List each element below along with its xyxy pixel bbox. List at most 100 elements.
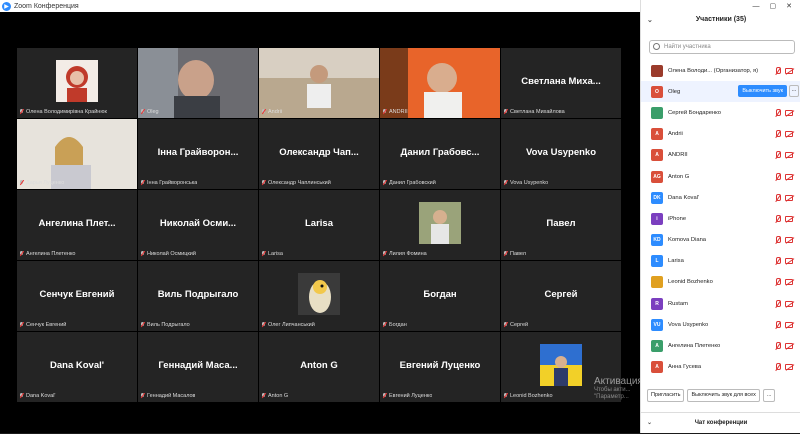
video-tile[interactable]: Дарья Луценко [17,119,137,189]
mic-muted-icon [774,194,781,202]
video-tile[interactable]: Геннадий Маса...Геннадий Масалов [138,332,258,402]
chat-header[interactable]: ⌄ Чат конференции [641,412,800,433]
camera-off-icon [785,279,793,285]
mic-muted-icon [261,393,266,399]
participant-row[interactable]: Leonid Bozhenko [641,272,800,293]
tile-display-name: Николай Осми... [138,218,258,229]
video-tile[interactable]: Олександр Чап...Олександр Чаплинський [259,119,379,189]
participant-status-icons [774,300,793,308]
mic-muted-icon [774,257,781,265]
mic-muted-icon [503,109,508,115]
title-bar: ▶ Zoom Конференция [0,0,640,12]
participant-row[interactable]: OOlegВыключить звук... [641,81,800,102]
participant-row[interactable]: DKDana Koval' [641,187,800,208]
participant-status-icons [774,151,793,159]
video-tile[interactable]: Andrii [259,48,379,118]
video-tile[interactable]: СергейСергей [501,261,621,331]
search-participant-input[interactable]: Найти участника [649,40,795,54]
participant-row[interactable]: AАнгелина Плетенко [641,335,800,356]
participant-row[interactable]: VUVova Usypenko [641,314,800,335]
mic-muted-icon [140,322,145,328]
participant-status-icons [774,236,793,244]
video-tile[interactable]: Светлана Миха...Светлана Михайлова [501,48,621,118]
video-tile[interactable]: Інна Грайворон...Інна Грайворонська [138,119,258,189]
participant-status-icons [774,173,793,181]
video-tile[interactable]: Николай Осми...Николай Осмицкий [138,190,258,260]
more-options-button[interactable]: ... [763,389,776,402]
tile-caption: Дарья Луценко [19,180,64,186]
participant-more-button[interactable]: ... [789,85,799,97]
mic-muted-icon [774,321,781,329]
camera-off-icon [785,364,793,370]
participant-row[interactable]: iiPhone [641,208,800,229]
video-tile[interactable]: Евгений ЛуценкоЕвгений Луценко [380,332,500,402]
video-tile[interactable]: Олег Липчанський [259,261,379,331]
tile-display-name: Богдан [380,289,500,300]
camera-off-icon [785,237,793,243]
participant-row[interactable]: AGAnton G [641,166,800,187]
minimize-button[interactable]: — [753,3,760,10]
participant-name: iPhone [668,216,774,222]
participant-name: Andrii [668,131,774,137]
participant-name: Анна Гусева [668,364,774,370]
mic-muted-icon [261,109,266,115]
participant-row[interactable]: AAndrii [641,124,800,145]
participant-row[interactable]: Сергей Бондаренко [641,102,800,123]
participants-header: ⌄ Участники (35) [641,16,800,32]
participant-avatar: A [651,361,663,373]
mic-muted-icon [774,363,781,371]
video-tile[interactable]: Данил Грабовс...Данил Грабовский [380,119,500,189]
chat-title: Чат конференции [695,420,748,426]
participant-row[interactable]: Олена Володи... (Организатор, я) [641,60,800,81]
participant-video [259,48,379,118]
tile-caption: Светлана Михайлова [503,109,565,115]
participant-name: Олена Володи... (Организатор, я) [668,68,774,74]
tile-caption-text: Dana Koval' [26,393,56,399]
participant-status-icons [774,257,793,265]
participant-name: Anton G [668,174,774,180]
participant-row[interactable]: RRustam [641,293,800,314]
tile-display-name: Larisa [259,218,379,229]
mute-all-button[interactable]: Выключить звук для всех [687,389,759,402]
participant-status-icons [774,342,793,350]
tile-caption-text: Виль Подрыгало [147,322,190,328]
participant-video [380,48,500,118]
video-tile[interactable]: Ангелина Плет...Ангелина Плетенко [17,190,137,260]
video-tile[interactable]: Oleg [138,48,258,118]
tile-caption: Anton G [261,393,288,399]
mic-muted-icon [19,393,24,399]
participant-name: Vova Usypenko [668,322,774,328]
participant-row[interactable]: AANDRII [641,145,800,166]
video-tile[interactable]: ПавелПавел [501,190,621,260]
tile-caption-text: Leonid Bozhenko [510,393,553,399]
close-button[interactable]: ✕ [786,2,792,10]
maximize-button[interactable]: ▢ [770,2,777,10]
invite-button[interactable]: Пригласить [647,389,684,402]
video-tile[interactable]: БогданБогдан [380,261,500,331]
participant-row[interactable]: KDKomova Diana [641,230,800,251]
chevron-down-icon[interactable]: ⌄ [647,16,653,24]
tile-display-name: Dana Koval' [17,360,137,371]
tile-display-name: Евгений Луценко [380,360,500,371]
participant-name: Сергей Бондаренко [668,110,774,116]
participant-row[interactable]: A Анна Гусева [641,357,800,378]
video-tile[interactable]: Лилия Фомина [380,190,500,260]
mute-participant-button[interactable]: Выключить звук [738,85,787,97]
video-tile[interactable]: LarisaLarisa [259,190,379,260]
participant-video [540,344,582,386]
video-tile[interactable]: Vova UsypenkoVova Usypenko [501,119,621,189]
video-tile[interactable]: Anton GAnton G [259,332,379,402]
video-tile[interactable]: Олена Володимирівна Крайнюк [17,48,137,118]
video-tile[interactable]: Сенчук ЕвгенийСенчук Евгений [17,261,137,331]
mic-muted-icon [503,393,508,399]
video-tile[interactable]: Виль ПодрыгалоВиль Подрыгало [138,261,258,331]
participant-video [419,202,461,244]
mic-muted-icon [774,130,781,138]
participants-panel: — ▢ ✕ ⌄ Участники (35) Найти участника О… [640,0,800,433]
video-tile[interactable]: ANDRII [380,48,500,118]
participant-video [56,60,98,102]
tile-display-name: Vova Usypenko [501,147,621,158]
video-tile[interactable]: Dana Koval' Dana Koval' [17,332,137,402]
camera-off-icon [785,131,793,137]
participant-row[interactable]: LLarisa [641,251,800,272]
